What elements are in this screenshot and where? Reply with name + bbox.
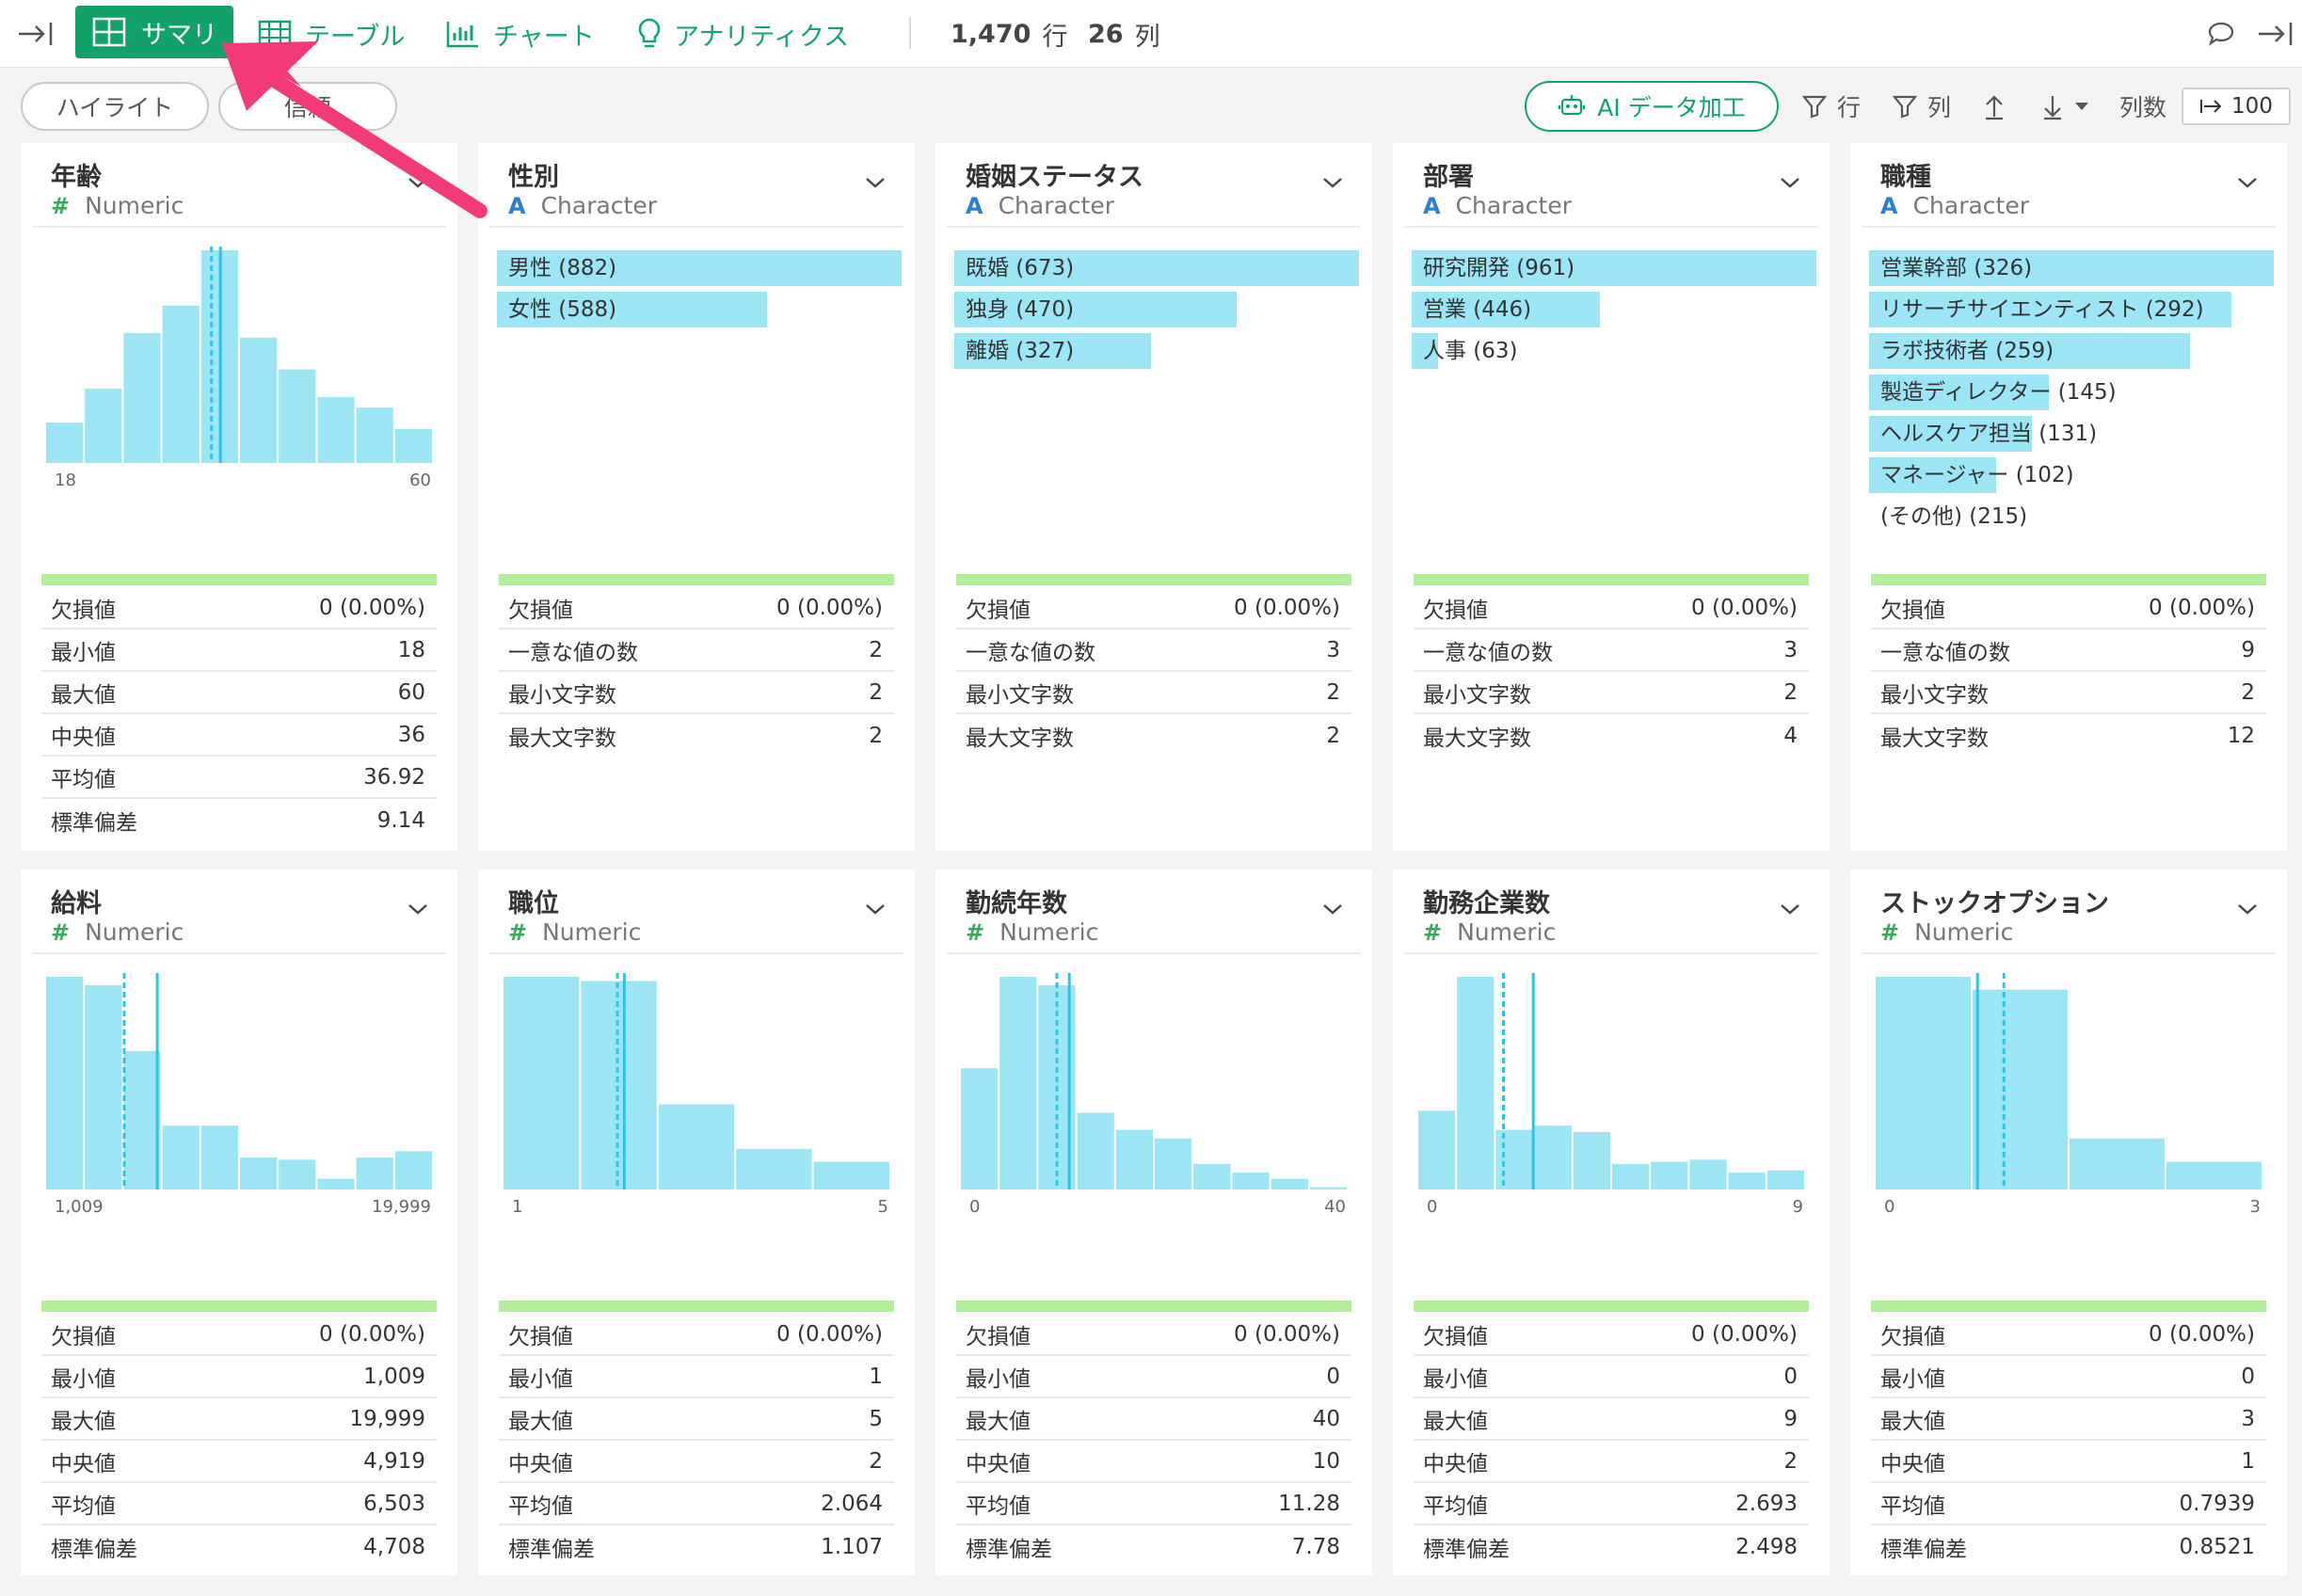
pointer-arrow-annotation	[222, 41, 488, 218]
arrow-shaft	[265, 72, 488, 218]
